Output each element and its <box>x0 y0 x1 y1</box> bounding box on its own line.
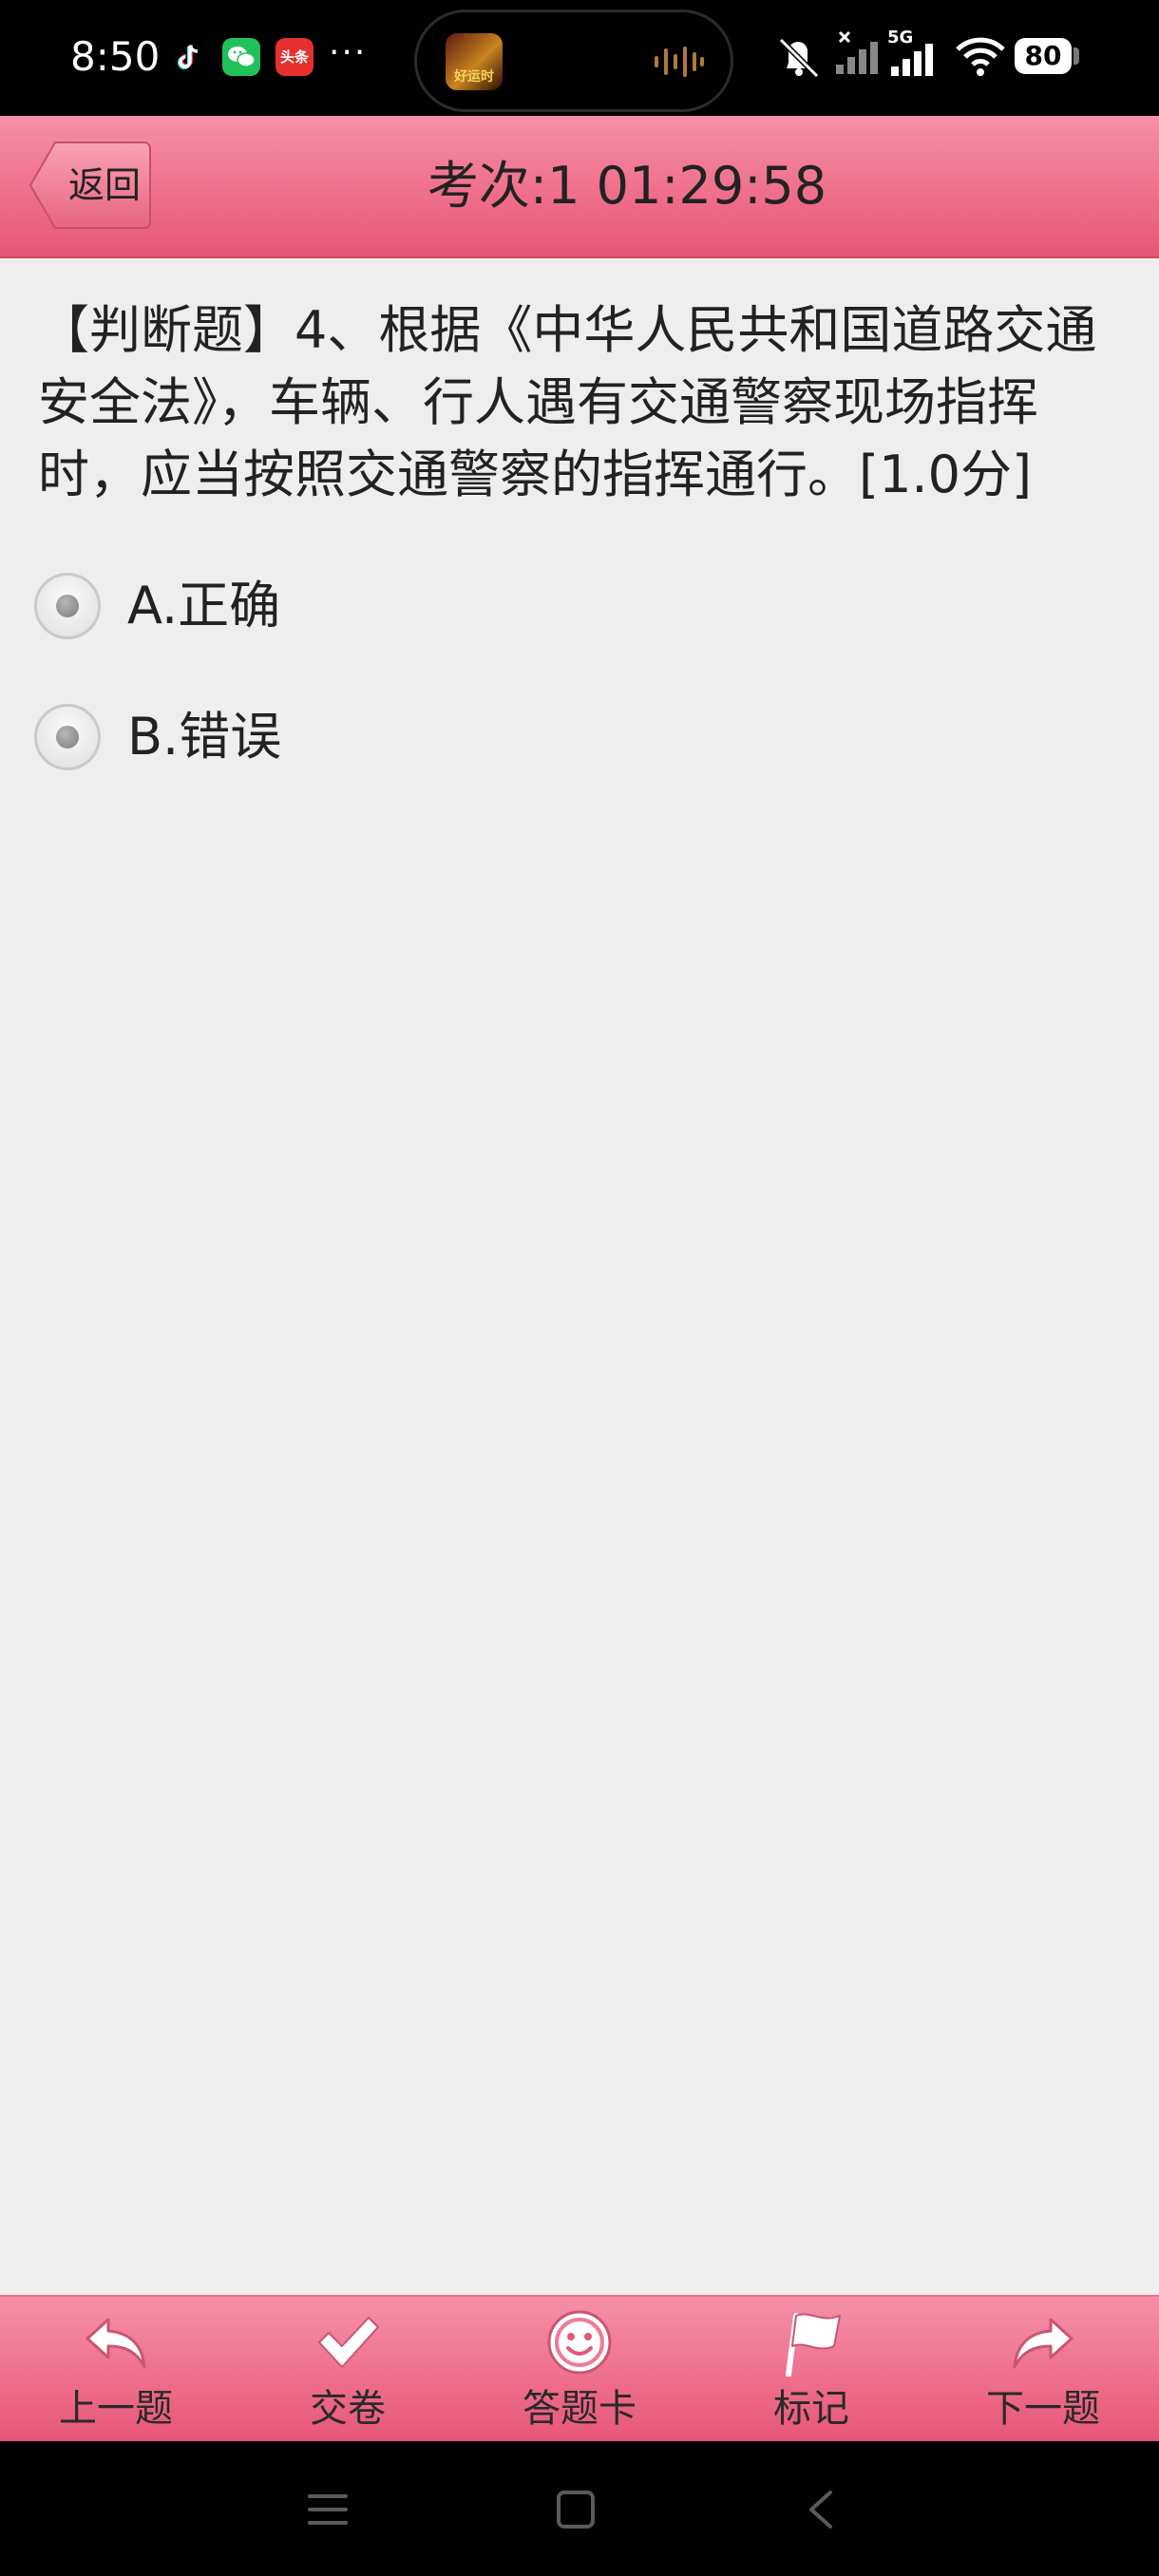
silent-bell-icon <box>778 37 820 79</box>
media-art-text: 好运时 <box>454 69 494 85</box>
system-navigation-bar <box>0 2441 1159 2576</box>
option-b-label[interactable]: B.错误 <box>127 699 281 775</box>
media-island[interactable]: 好运时 <box>414 9 733 112</box>
toutiao-icon: 头条 <box>276 38 314 76</box>
audio-wave-icon <box>655 47 704 77</box>
option-a-radio[interactable] <box>34 573 101 639</box>
bottom-toolbar: 上一题 交卷 答题卡 标记 下一题 <box>0 2295 1159 2441</box>
tiktok-icon <box>169 38 207 76</box>
answer-sheet-label: 答题卡 <box>522 2387 636 2431</box>
exam-title-timer: 考次:1 01:29:58 <box>427 156 827 216</box>
wifi-icon <box>956 37 1005 76</box>
mark-question-label: 标记 <box>773 2387 849 2431</box>
radio-dot <box>56 726 79 748</box>
menu-icon[interactable] <box>306 2489 350 2530</box>
battery-tip <box>1074 47 1079 65</box>
question-text: 【判断题】4、根据《中华人民共和国道路交通安全法》，车辆、行人遇有交通警察现场指… <box>38 300 1097 504</box>
checkmark-icon <box>318 2317 379 2368</box>
radio-dot <box>56 595 79 617</box>
option-a[interactable]: A.正确 <box>34 568 509 644</box>
answer-sheet-button[interactable]: 答题卡 <box>484 2297 674 2441</box>
redo-arrow-icon <box>1013 2318 1074 2369</box>
mark-question-button[interactable]: 标记 <box>716 2297 906 2441</box>
option-a-label[interactable]: A.正确 <box>127 568 280 644</box>
status-time: 8:50 <box>70 33 161 80</box>
flag-icon <box>786 2313 841 2377</box>
back-icon[interactable] <box>804 2487 838 2532</box>
option-b[interactable]: B.错误 <box>34 699 509 775</box>
submit-exam-button[interactable]: 交卷 <box>253 2297 443 2441</box>
next-question-label: 下一题 <box>986 2387 1100 2431</box>
signal-sim2-icon <box>891 44 933 76</box>
previous-question-label: 上一题 <box>59 2387 173 2431</box>
battery-indicator: 80 <box>1015 38 1072 74</box>
media-album-art[interactable]: 好运时 <box>446 33 503 90</box>
status-bar: 8:50 头条 ··· 好运时 5G 80 <box>0 0 1159 116</box>
home-icon[interactable] <box>555 2489 597 2530</box>
exam-header: 返回 考次:1 01:29:58 <box>0 116 1159 258</box>
smiley-icon <box>547 2310 612 2375</box>
back-label: 返回 <box>67 164 141 206</box>
back-button[interactable]: 返回 <box>28 141 152 230</box>
undo-arrow-icon <box>86 2318 146 2369</box>
submit-exam-label: 交卷 <box>310 2387 386 2431</box>
next-question-button[interactable]: 下一题 <box>948 2297 1138 2441</box>
option-b-radio[interactable] <box>34 704 101 770</box>
previous-question-button[interactable]: 上一题 <box>21 2297 211 2441</box>
more-notifications-icon: ··· <box>329 33 368 72</box>
signal-sim1-icon <box>836 30 878 74</box>
wechat-icon <box>222 38 260 76</box>
